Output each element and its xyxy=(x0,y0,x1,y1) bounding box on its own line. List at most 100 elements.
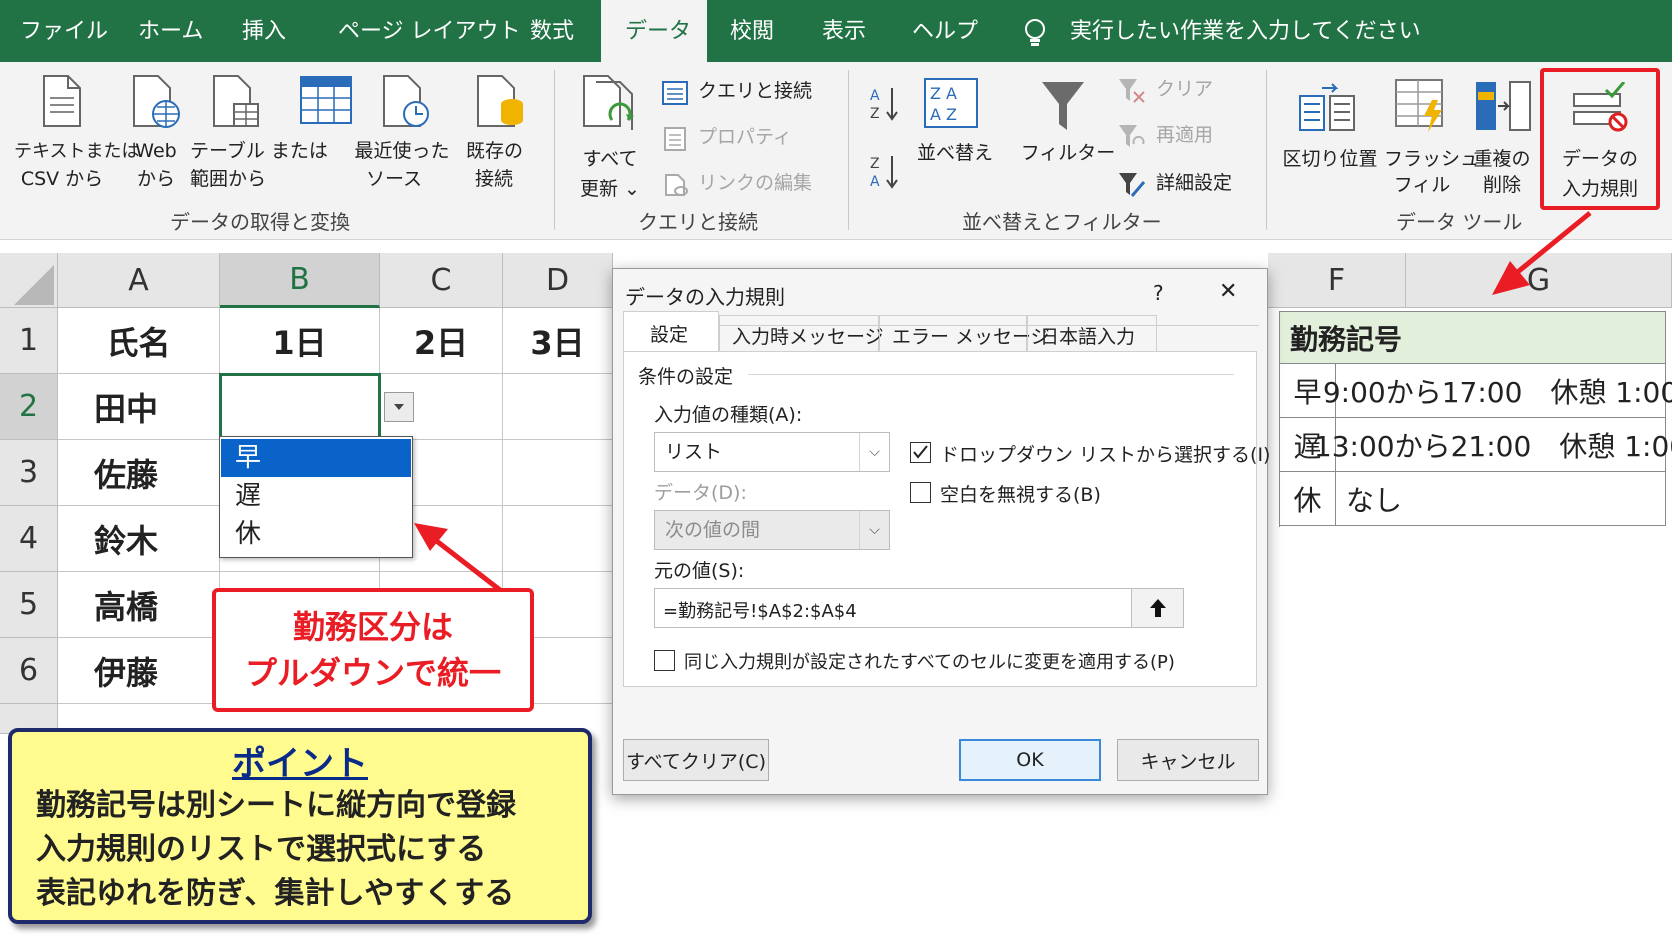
tab-formulas[interactable]: 数式 xyxy=(530,0,574,62)
ribbon-tab-bar: ファイル ホーム 挿入 ページ レイアウト 数式 データ 校閲 表示 ヘルプ 実… xyxy=(0,0,1672,64)
tab-data[interactable]: データ xyxy=(601,0,707,64)
recent-sources-button[interactable]: 最近使った ソース xyxy=(352,70,452,198)
advanced-filter-icon xyxy=(1119,173,1146,197)
dropdown-checkbox[interactable] xyxy=(910,442,931,463)
cell-b1[interactable]: 1日 xyxy=(220,308,380,374)
row-header-2[interactable]: 2 xyxy=(0,374,58,440)
properties-label: プロパティ xyxy=(698,126,792,148)
filter-label: フィルター xyxy=(1020,142,1116,164)
existing-connections-label-1: 既存の xyxy=(466,140,524,162)
sort-az-icon: AZ xyxy=(870,88,898,122)
cancel-button[interactable]: キャンセル xyxy=(1117,739,1259,781)
collapse-dialog-button[interactable] xyxy=(1131,589,1183,627)
corner-triangle-icon xyxy=(14,265,54,305)
chevron-down-icon: ⌵ xyxy=(859,511,889,549)
dropdown-option-early[interactable]: 早 xyxy=(221,439,411,477)
clear-filter-button: クリア xyxy=(1118,74,1228,108)
tab-help[interactable]: ヘルプ xyxy=(912,0,978,62)
sort-az-button[interactable]: AZ xyxy=(870,84,900,128)
dialog-tab-settings-label: 設定 xyxy=(650,324,689,346)
svg-text:Z: Z xyxy=(870,106,880,122)
arrow-up-icon xyxy=(1149,599,1166,617)
svg-text:A: A xyxy=(870,88,880,104)
flash-fill-button[interactable]: フラッシュ フィル xyxy=(1384,70,1480,200)
ok-button[interactable]: OK xyxy=(959,739,1101,781)
column-header-b[interactable]: B xyxy=(220,253,380,308)
row-header-1[interactable]: 1 xyxy=(0,308,58,374)
dropdown-arrow-button[interactable] xyxy=(384,392,414,422)
sort-za-button[interactable]: ZA xyxy=(870,152,900,196)
checkmark-icon xyxy=(913,445,928,459)
from-web-button[interactable]: Web から xyxy=(128,70,192,198)
apply-all-checkbox[interactable] xyxy=(654,650,675,671)
refresh-all-button[interactable]: すべて 更新 ⌄ xyxy=(572,70,652,200)
tab-file[interactable]: ファイル xyxy=(20,0,108,62)
cell-c1[interactable]: 2日 xyxy=(380,308,503,374)
cell-a5[interactable]: 高橋 xyxy=(58,572,220,638)
column-header-d[interactable]: D xyxy=(503,253,613,308)
reapply-icon xyxy=(1119,125,1145,147)
cell-d1[interactable]: 3日 xyxy=(503,308,613,374)
tab-view[interactable]: 表示 xyxy=(822,0,866,62)
dialog-tab-input-message[interactable]: 入力時メッセージ xyxy=(719,315,884,351)
callout-line-1: 勤務区分は xyxy=(292,608,453,646)
filter-button[interactable]: フィルター xyxy=(1018,70,1115,170)
select-all-corner[interactable] xyxy=(0,253,58,308)
column-header-f[interactable]: F xyxy=(1268,253,1406,308)
sort-label: 並べ替え xyxy=(916,142,993,164)
row-header-5[interactable]: 5 xyxy=(0,572,58,638)
ignore-blank-checkbox[interactable] xyxy=(910,482,931,503)
reapply-button: 再適用 xyxy=(1118,120,1238,154)
cell-a4[interactable]: 鈴木 xyxy=(58,506,220,572)
row-header-4[interactable]: 4 xyxy=(0,506,58,572)
existing-connections-button[interactable]: 既存の 接続 xyxy=(466,70,536,198)
dialog-tab-settings[interactable]: 設定 xyxy=(623,311,719,351)
column-header-c[interactable]: C xyxy=(380,253,503,308)
row-header-3[interactable]: 3 xyxy=(0,440,58,506)
from-table-label-1: テーブル または xyxy=(190,140,328,162)
allow-label: 入力値の種類(A): xyxy=(654,404,803,426)
cell-a6[interactable]: 伊藤 xyxy=(58,638,220,704)
ignore-blank-label: 空白を無視する(B) xyxy=(940,484,1101,506)
dialog-close-button[interactable]: ✕ xyxy=(1219,279,1237,304)
cell-d3[interactable] xyxy=(503,440,613,506)
remove-duplicates-button[interactable]: 重複の 削除 xyxy=(1464,70,1544,200)
cell-a2[interactable]: 田中 xyxy=(58,374,220,440)
dropdown-option-late[interactable]: 遅 xyxy=(221,477,411,515)
tab-insert[interactable]: 挿入 xyxy=(242,0,286,62)
dialog-help-button[interactable]: ? xyxy=(1153,281,1164,305)
tab-review[interactable]: 校閲 xyxy=(730,0,774,62)
flash-fill-label-1: フラッシュ xyxy=(1384,148,1480,170)
dialog-tab-error-message[interactable]: エラー メッセージ xyxy=(879,315,1050,351)
cell-a1[interactable]: 氏名 xyxy=(58,308,220,374)
sort-button[interactable]: Z A A Z 並べ替え xyxy=(910,70,1000,170)
legend-desc-early: 9:00から17:00 休憩 1:00 xyxy=(1323,364,1672,418)
tab-home[interactable]: ホーム xyxy=(138,0,203,62)
source-input[interactable]: =勤務記号!$A$2:$A$4 xyxy=(654,588,1184,628)
filter-funnel-icon xyxy=(1042,82,1084,130)
dropdown-checkbox-label: ドロップダウン リストから選択する(I) xyxy=(940,444,1271,466)
allow-select[interactable]: リスト ⌵ xyxy=(654,432,890,472)
clear-all-button[interactable]: すべてクリア(C) xyxy=(623,739,769,781)
column-header-a[interactable]: A xyxy=(58,253,220,308)
from-text-csv-button[interactable]: テキストまたは CSV から xyxy=(14,70,139,198)
dropdown-option-off[interactable]: 休 xyxy=(221,515,411,553)
tell-me-search[interactable]: 実行したい作業を入力してください xyxy=(1070,0,1421,62)
source-value: =勤務記号!$A$2:$A$4 xyxy=(663,601,857,622)
clear-label: クリア xyxy=(1156,78,1214,100)
section-title: 条件の設定 xyxy=(638,366,734,388)
dialog-title: データの入力規則 xyxy=(625,285,785,309)
row-header-6[interactable]: 6 xyxy=(0,638,58,704)
cell-a3[interactable]: 佐藤 xyxy=(58,440,220,506)
validation-arrow xyxy=(1492,211,1592,295)
group-label-queries: クエリと接続 xyxy=(638,210,758,234)
document-icon xyxy=(43,75,81,127)
queries-connections-button[interactable]: クエリと接続 xyxy=(662,76,842,110)
cell-d2[interactable] xyxy=(503,374,613,440)
dialog-tab-ime[interactable]: 日本語入力 xyxy=(1027,315,1157,351)
text-to-columns-button[interactable]: 区切り位置 xyxy=(1280,70,1380,180)
link-icon xyxy=(665,174,688,196)
active-cell-b2[interactable] xyxy=(219,373,381,441)
advanced-filter-button[interactable]: 詳細設定 xyxy=(1118,168,1258,202)
tab-page-layout[interactable]: ページ レイアウト xyxy=(338,0,521,62)
